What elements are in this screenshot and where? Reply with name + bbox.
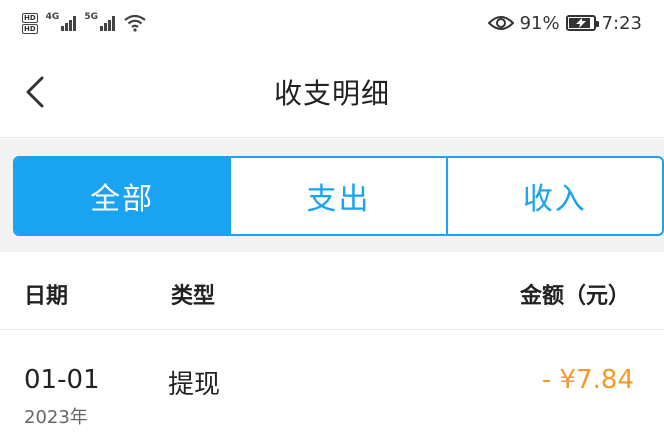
row-date: 01-01 [24, 365, 100, 395]
battery-percent: 91% [519, 12, 560, 34]
signal-icon: 5G [84, 12, 115, 31]
network-type-label: 4G [45, 12, 60, 22]
table-row[interactable]: 01-01 2023年 提现 - ¥7.84 [0, 331, 664, 441]
signal-icon: 4G [45, 12, 77, 31]
hd-badge: HD [22, 23, 38, 34]
status-right: 91% 7:23 [487, 12, 642, 34]
battery-icon [565, 15, 599, 31]
column-header-date: 日期 [24, 284, 69, 309]
column-header-type: 类型 [171, 284, 216, 309]
network-type-label: 5G [84, 12, 98, 22]
table-header: 日期 类型 金额（元） [0, 252, 664, 330]
column-header-amount: 金额（元） [519, 284, 630, 309]
eye-icon [487, 16, 514, 30]
clock: 7:23 [601, 12, 642, 34]
tab-all[interactable]: 全部 [15, 158, 230, 234]
row-year: 2023年 [24, 407, 88, 428]
page-title: 收支明细 [273, 76, 390, 110]
hd-badges: HD HD [22, 12, 38, 34]
back-button[interactable] [18, 72, 54, 112]
hd-badge: HD [22, 12, 38, 23]
tab-expense[interactable]: 支出 [229, 158, 445, 234]
row-type: 提现 [168, 370, 221, 400]
wifi-icon [124, 14, 146, 32]
row-amount: - ¥7.84 [541, 365, 634, 395]
status-left: HD HD 4G 5G [22, 12, 147, 34]
filter-tabs: 全部 支出 收入 [13, 156, 664, 236]
status-bar: HD HD 4G 5G 91% 7:23 [0, 0, 664, 46]
nav-bar: 收支明细 [0, 46, 664, 138]
chevron-left-icon [26, 76, 44, 108]
tab-income[interactable]: 收入 [445, 158, 662, 234]
